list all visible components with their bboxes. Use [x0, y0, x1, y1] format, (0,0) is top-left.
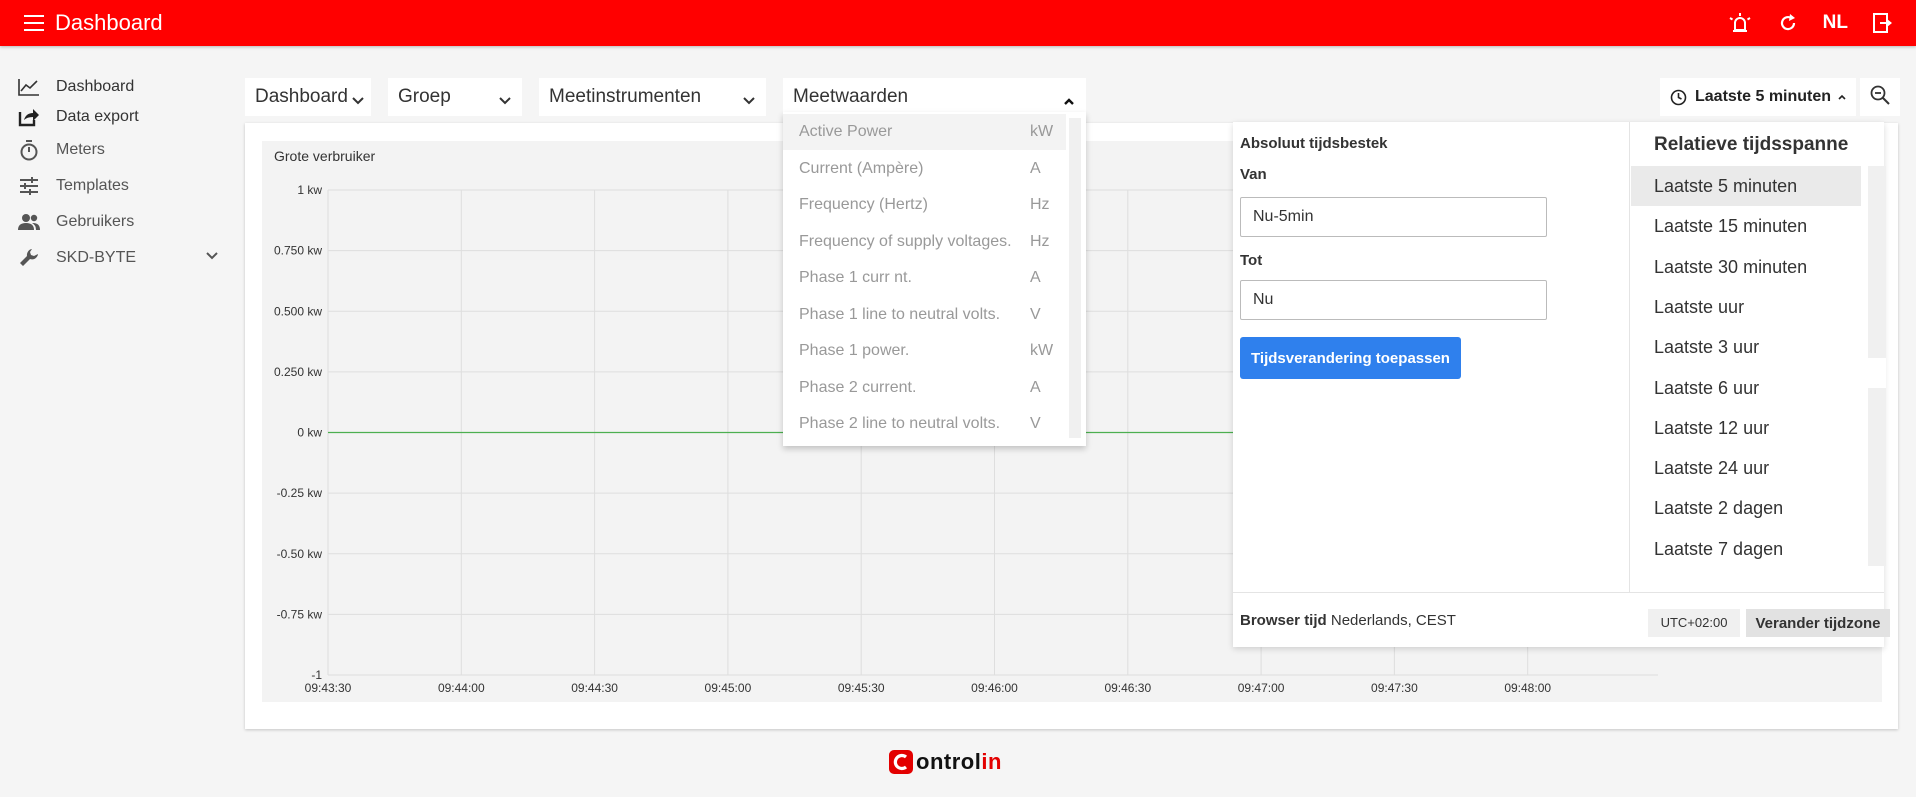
dropdown-item[interactable]: Frequency (Hertz) Hz	[783, 187, 1066, 223]
clock-icon	[1670, 89, 1687, 106]
dropdown-item-unit: V	[1030, 305, 1041, 323]
y-tick-label: 0.500 kw	[274, 304, 322, 318]
dropdown-item[interactable]: Phase 2 current. A	[783, 370, 1066, 406]
y-tick-label: 0.250 kw	[274, 365, 322, 379]
relative-time-option[interactable]: Laatste 2 dagen	[1631, 488, 1861, 528]
y-tick-label: 1 kw	[297, 183, 322, 197]
scrollbar[interactable]	[1868, 166, 1886, 566]
relative-time-option[interactable]: Laatste 12 uur	[1631, 408, 1861, 448]
dropdown-item-unit: A	[1030, 159, 1041, 177]
browser-time-value: Nederlands, CEST	[1330, 612, 1456, 629]
relative-time-option[interactable]: Laatste 24 uur	[1631, 448, 1861, 488]
change-timezone-button[interactable]: Verander tijdzone	[1746, 609, 1890, 637]
logo-text: ontrolin	[916, 749, 1002, 774]
y-tick-label: -0.50 kw	[277, 547, 323, 561]
dropdown-item-unit: kW	[1030, 342, 1054, 359]
relative-time-title: Relatieve tijdsspanne	[1654, 134, 1849, 155]
browser-time-label: Browser tijd	[1240, 612, 1327, 629]
utc-offset-badge: UTC+02:00	[1648, 609, 1740, 637]
y-tick-label: -1	[311, 668, 322, 682]
absolute-time-title: Absoluut tijdsbestek	[1240, 135, 1388, 152]
y-tick-label: 0 kw	[297, 426, 322, 440]
relative-time-option[interactable]: Laatste 3 uur	[1631, 327, 1861, 367]
dropdown-item-name: Phase 1 curr nt.	[799, 269, 912, 286]
x-tick-label: 09:47:30	[1371, 681, 1418, 695]
relative-time-option[interactable]: Laatste 5 minuten	[1631, 166, 1861, 206]
zoom-out-icon	[1870, 85, 1890, 110]
x-tick-label: 09:44:30	[571, 681, 618, 695]
zoom-out-button[interactable]	[1860, 78, 1900, 116]
dropdown-item-name: Frequency (Hertz)	[799, 196, 928, 213]
to-label: Tot	[1240, 252, 1263, 269]
dropdown-item[interactable]: Active Power kW	[783, 114, 1066, 150]
y-tick-label: 0.750 kw	[274, 244, 322, 258]
y-tick-label: -0.25 kw	[277, 486, 323, 500]
divider	[1629, 122, 1630, 592]
dropdown-item-name: Current (Ampère)	[799, 159, 924, 177]
time-range-button[interactable]: Laatste 5 minuten	[1660, 78, 1856, 116]
relative-time-option[interactable]: Laatste 30 minuten	[1631, 247, 1861, 287]
x-tick-label: 09:46:30	[1104, 681, 1151, 695]
divider	[1233, 592, 1884, 593]
dropdown-item[interactable]: Phase 1 curr nt. A	[783, 260, 1066, 296]
relative-time-option[interactable]: Laatste 15 minuten	[1631, 206, 1861, 246]
apply-time-button[interactable]: Tijdsverandering toepassen	[1240, 337, 1461, 379]
browser-time: Browser tijd Nederlands, CEST	[1240, 612, 1456, 629]
x-tick-label: 09:46:00	[971, 681, 1018, 695]
dropdown-item-unit: kW	[1030, 123, 1054, 140]
x-tick-label: 09:44:00	[438, 681, 485, 695]
x-tick-label: 09:48:00	[1504, 681, 1551, 695]
dropdown-item[interactable]: Current (Ampère) A	[783, 151, 1066, 187]
scrollbar[interactable]	[1069, 118, 1081, 438]
dropdown-item-name: Phase 2 current.	[799, 378, 917, 396]
dropdown-item-unit: V	[1030, 415, 1041, 432]
chevron-up-icon	[1837, 93, 1847, 101]
controlin-logo: ontrolin	[888, 749, 1002, 775]
y-tick-label: -0.75 kw	[277, 607, 323, 621]
relative-time-option[interactable]: Laatste 6 uur	[1631, 368, 1861, 408]
dropdown-item-name: Active Power	[799, 123, 893, 140]
dropdown-item[interactable]: Phase 1 line to neutral volts. V	[783, 297, 1066, 333]
dropdown-item-unit: Hz	[1030, 232, 1050, 250]
dropdown-item[interactable]: Phase 2 line to neutral volts. V	[783, 406, 1066, 442]
dropdown-item-name: Phase 1 power.	[799, 342, 910, 359]
to-input[interactable]	[1240, 280, 1547, 320]
dropdown-item[interactable]: Frequency of supply voltages. Hz	[783, 224, 1066, 260]
dropdown-item-name: Frequency of supply voltages.	[799, 232, 1012, 250]
x-tick-label: 09:45:30	[838, 681, 885, 695]
dropdown-item[interactable]: Phase 1 power. kW	[783, 333, 1066, 369]
from-input[interactable]	[1240, 197, 1547, 237]
dropdown-item-unit: A	[1030, 378, 1041, 396]
dropdown-item-unit: Hz	[1030, 196, 1050, 213]
meetwaarden-dropdown: Active Power kW Current (Ampère) A Frequency…	[783, 112, 1086, 446]
from-label: Van	[1240, 166, 1267, 183]
x-tick-label: 09:47:00	[1238, 681, 1285, 695]
dropdown-item-unit: A	[1030, 269, 1041, 286]
x-tick-label: 09:43:30	[305, 681, 352, 695]
relative-time-option[interactable]: Laatste 7 dagen	[1631, 529, 1861, 569]
relative-time-option[interactable]: Laatste uur	[1631, 287, 1861, 327]
x-tick-label: 09:45:00	[705, 681, 752, 695]
dropdown-item-name: Phase 2 line to neutral volts.	[799, 415, 1001, 432]
logo-mark-icon	[889, 750, 913, 774]
dropdown-item-name: Phase 1 line to neutral volts.	[799, 305, 1001, 323]
time-range-label: Laatste 5 minuten	[1695, 88, 1832, 105]
